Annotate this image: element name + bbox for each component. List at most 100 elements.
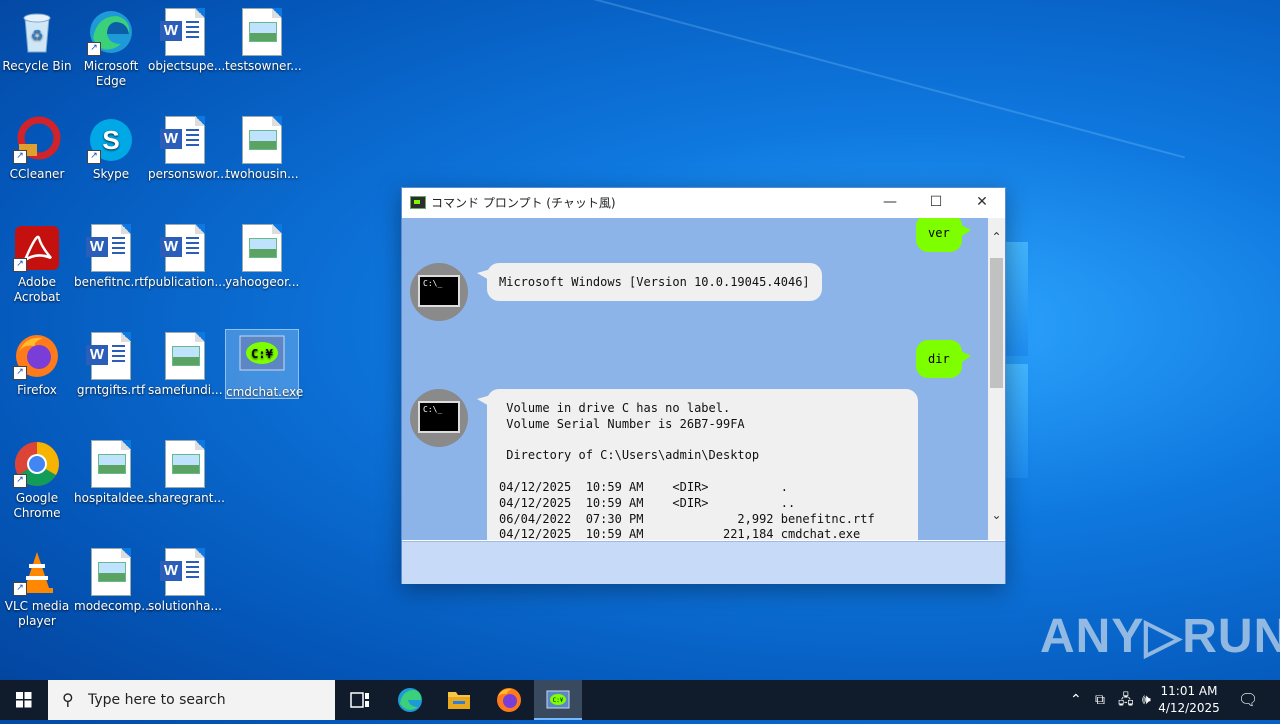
title-bar[interactable]: コマンド プロンプト (チャット風) — ☐ ✕ — [402, 188, 1005, 217]
taskbar-firefox[interactable] — [485, 680, 533, 720]
notifications-icon[interactable]: 🗨 — [1238, 680, 1258, 720]
scroll-down-arrow-icon[interactable]: ⌄ — [988, 508, 1005, 522]
wallpaper-logo-pane — [1004, 364, 1028, 478]
close-button[interactable]: ✕ — [959, 188, 1005, 217]
network-icon[interactable]: 🖧 — [1118, 680, 1134, 720]
svg-text:♻: ♻ — [31, 28, 44, 44]
cmd-avatar: C:\_ — [410, 263, 468, 321]
desktop-icon-label: modecomp... — [74, 599, 153, 613]
cmdchat-icon: C:¥ — [546, 690, 570, 709]
skype-icon: S ↗ — [87, 116, 135, 164]
firefox-icon — [497, 688, 521, 712]
desktop-icon-label: sharegrant... — [148, 491, 225, 505]
shortcut-arrow-icon: ↗ — [13, 366, 27, 380]
wallpaper-logo-pane — [1004, 242, 1028, 356]
desktop-icon-benefitnc[interactable]: W benefitnc.rtf — [74, 224, 148, 290]
scrollbar-thumb[interactable] — [990, 258, 1003, 388]
desktop-icon-skype[interactable]: S ↗ Skype — [74, 116, 148, 182]
desktop-icon-label: Skype — [92, 167, 130, 181]
taskbar-clock[interactable]: 11:01 AM 4/12/2025 — [1154, 683, 1224, 717]
desktop-icon-samefundi[interactable]: samefundi... — [148, 332, 223, 398]
desktop-icon-label: solutionha... — [148, 599, 222, 613]
svg-text:C:¥: C:¥ — [553, 697, 564, 704]
cmd-avatar-screen: C:\_ — [418, 275, 460, 307]
desktop-icon-label: benefitnc.rtf — [74, 275, 149, 289]
desktop-icon-hospitaldee[interactable]: hospitaldee... — [74, 440, 155, 506]
desktop-icon-label: publication... — [148, 275, 226, 289]
shortcut-arrow-icon: ↗ — [13, 582, 27, 596]
taskbar-file-explorer[interactable] — [435, 680, 483, 720]
file-explorer-icon — [448, 692, 470, 709]
desktop-icon-objectsupe[interactable]: W objectsupe... — [148, 8, 226, 74]
desktop-icon-grntgifts[interactable]: W grntgifts.rtf — [74, 332, 148, 398]
cmdchat-exe-icon: C:¥ — [238, 334, 286, 382]
scroll-up-arrow-icon[interactable]: ⌃ — [988, 230, 1005, 244]
desktop-icon-label: personswor... — [148, 167, 228, 181]
desktop-icon-label: samefundi... — [148, 383, 223, 397]
desktop-icon-label: CCleaner — [9, 167, 65, 181]
word-doc-icon: W — [86, 332, 135, 380]
volume-icon[interactable]: 🕪 — [1142, 680, 1151, 720]
desktop-icon-personswor[interactable]: W personswor... — [148, 116, 228, 182]
desktop-icon-vlc[interactable]: ↗ VLC media player — [0, 548, 74, 629]
windows-logo-icon — [16, 692, 32, 708]
word-doc-icon: W — [160, 548, 209, 596]
shortcut-arrow-icon: ↗ — [87, 42, 101, 56]
desktop-icon-modecomp[interactable]: modecomp... — [74, 548, 153, 614]
desktop-icon-google-chrome[interactable]: ↗ Google Chrome — [0, 440, 74, 521]
desktop-icon-label: VLC media player — [4, 599, 70, 628]
desktop-icon-yahoogeor[interactable]: yahoogeor... — [225, 224, 299, 290]
window-title: コマンド プロンプト (チャット風) — [431, 196, 616, 210]
vertical-scrollbar[interactable]: ⌃ ⌄ — [988, 218, 1005, 540]
user-message: ver — [916, 218, 971, 252]
shortcut-arrow-icon: ↗ — [13, 150, 27, 164]
cmd-app-icon — [410, 196, 426, 209]
word-doc-icon: W — [160, 224, 209, 272]
image-file-icon — [238, 116, 286, 164]
desktop-icon-label: Firefox — [17, 383, 57, 397]
taskbar-cmdchat[interactable]: C:¥ — [534, 680, 582, 720]
recycle-bin-icon: ♻ — [13, 8, 61, 56]
desktop-icon-label: yahoogeor... — [225, 275, 300, 289]
desktop-icon-cmdchat[interactable]: C:¥ cmdchat.exe — [225, 329, 303, 399]
task-view-button[interactable] — [336, 680, 384, 720]
taskbar-edge[interactable] — [386, 680, 434, 720]
desktop-icon-sharegrant[interactable]: sharegrant... — [148, 440, 225, 506]
start-button[interactable] — [0, 680, 48, 720]
desktop-icon-publication[interactable]: W publication... — [148, 224, 226, 290]
minimize-button[interactable]: — — [867, 188, 913, 217]
taskbar-search-box[interactable]: ⚲ Type here to search — [48, 680, 335, 720]
desktop-icon-microsoft-edge[interactable]: ↗ Microsoft Edge — [74, 8, 148, 89]
acrobat-icon: ↗ — [13, 224, 61, 272]
image-file-icon — [161, 332, 209, 380]
desktop-icon-firefox[interactable]: ↗ Firefox — [0, 332, 74, 398]
word-doc-icon: W — [160, 116, 209, 164]
maximize-button[interactable]: ☐ — [913, 188, 959, 217]
taskbar: ⚲ Type here to search C:¥ ⌃ ⧉ 🖧 🕪 11:01 … — [0, 680, 1280, 720]
firefox-icon: ↗ — [13, 332, 61, 380]
task-view-icon — [350, 692, 369, 708]
shortcut-arrow-icon: ↗ — [13, 258, 27, 272]
image-file-icon — [87, 440, 135, 488]
desktop-icon-solutionha[interactable]: W solutionha... — [148, 548, 222, 614]
tray-overflow-chevron-icon[interactable]: ⌃ — [1070, 680, 1082, 720]
meet-now-icon[interactable]: ⧉ — [1095, 680, 1105, 720]
cmd-avatar: C:\_ — [410, 389, 468, 447]
cmd-avatar-screen: C:\_ — [418, 401, 460, 433]
vlc-icon: ↗ — [13, 548, 61, 596]
desktop-icon-label: Microsoft Edge — [83, 59, 139, 88]
desktop-icon-ccleaner[interactable]: ↗ CCleaner — [0, 116, 74, 182]
desktop-icon-adobe-acrobat[interactable]: ↗ Adobe Acrobat — [0, 224, 74, 305]
command-input[interactable] — [402, 541, 1005, 584]
cmdchat-window: コマンド プロンプト (チャット風) — ☐ ✕ ver C:\_ Micros… — [401, 187, 1006, 584]
desktop-icon-recycle-bin[interactable]: ♻ Recycle Bin — [0, 8, 74, 74]
desktop-icon-testsowner[interactable]: testsowner... — [225, 8, 302, 74]
user-message: dir — [916, 340, 971, 378]
chat-area[interactable]: ver C:\_ Microsoft Windows [Version 10.0… — [402, 218, 988, 540]
desktop-icon-label: hospitaldee... — [74, 491, 156, 505]
edge-icon: ↗ — [87, 8, 135, 56]
desktop-icon-twohousin[interactable]: twohousin... — [225, 116, 299, 182]
svg-text:C:¥: C:¥ — [251, 347, 273, 361]
desktop-icon-label: objectsupe... — [148, 59, 226, 73]
clock-time: 11:01 AM — [1160, 684, 1218, 698]
